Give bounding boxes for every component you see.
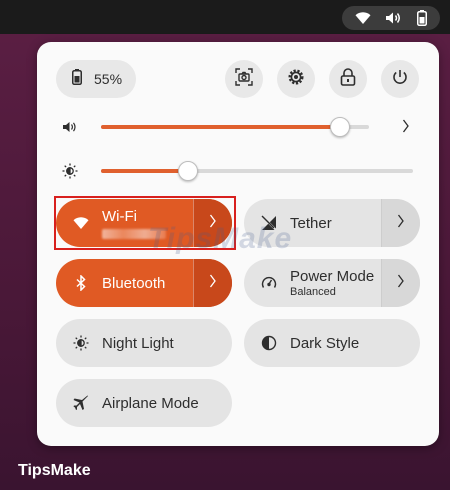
battery-percent: 55%	[94, 71, 123, 87]
sun-icon	[61, 162, 79, 180]
brightness-slider[interactable]	[101, 161, 413, 181]
power-button[interactable]	[381, 60, 419, 98]
system-status-area[interactable]	[342, 6, 440, 30]
bluetooth-menu-button[interactable]	[193, 259, 232, 307]
brightness-row	[61, 160, 413, 182]
bluetooth-icon	[72, 274, 90, 292]
volume-output-chevron[interactable]	[399, 118, 413, 138]
night-light-toggle[interactable]: Night Light	[56, 319, 232, 367]
airplane-icon	[72, 394, 90, 412]
top-bar	[0, 0, 450, 34]
volume-icon	[385, 11, 402, 25]
tether-menu-button[interactable]	[381, 199, 420, 247]
night-light-tile[interactable]: Night Light	[56, 319, 232, 367]
power-mode-label: Power Mode	[290, 267, 375, 285]
battery-icon	[416, 10, 427, 26]
gear-icon	[287, 68, 305, 91]
dark-style-label: Dark Style	[290, 334, 360, 352]
screenshot-button[interactable]	[225, 60, 263, 98]
chevron-right-icon	[397, 274, 405, 293]
power-mode-icon	[260, 274, 278, 292]
speaker-icon	[61, 118, 79, 136]
volume-slider-fill	[101, 125, 340, 129]
power-icon	[392, 69, 408, 90]
wifi-icon	[355, 11, 371, 25]
watermark: TipsMake	[148, 222, 293, 255]
night-light-icon	[72, 334, 90, 352]
power-mode-value: Balanced	[290, 285, 336, 298]
tether-label: Tether	[290, 214, 332, 232]
dark-style-icon	[260, 334, 278, 352]
bluetooth-label: Bluetooth	[102, 274, 166, 292]
bluetooth-toggle[interactable]: Bluetooth	[56, 259, 193, 307]
chevron-right-icon	[397, 214, 405, 233]
battery-icon	[72, 68, 82, 90]
dark-style-toggle[interactable]: Dark Style	[244, 319, 420, 367]
lock-button[interactable]	[329, 60, 367, 98]
screenshot-icon	[235, 67, 253, 91]
bluetooth-tile[interactable]: Bluetooth	[56, 259, 232, 307]
lock-icon	[340, 67, 356, 91]
airplane-mode-toggle[interactable]: Airplane Mode	[56, 379, 232, 427]
volume-slider[interactable]	[101, 117, 369, 137]
night-light-label: Night Light	[102, 334, 174, 352]
volume-slider-handle[interactable]	[330, 117, 350, 137]
brightness-slider-handle[interactable]	[178, 161, 198, 181]
settings-button[interactable]	[277, 60, 315, 98]
power-mode-tile[interactable]: Power Mode Balanced	[244, 259, 420, 307]
dark-style-tile[interactable]: Dark Style	[244, 319, 420, 367]
battery-status[interactable]: 55%	[56, 60, 136, 98]
brightness-slider-fill	[101, 169, 188, 173]
footer-brand: TipsMake	[18, 462, 91, 479]
airplane-mode-tile[interactable]: Airplane Mode	[56, 379, 232, 427]
airplane-mode-label: Airplane Mode	[102, 394, 199, 412]
chevron-right-icon	[209, 274, 217, 293]
chevron-right-icon	[402, 119, 410, 138]
volume-row	[61, 116, 413, 138]
power-mode-menu-button[interactable]	[381, 259, 420, 307]
power-mode-toggle[interactable]: Power Mode Balanced	[244, 259, 381, 307]
